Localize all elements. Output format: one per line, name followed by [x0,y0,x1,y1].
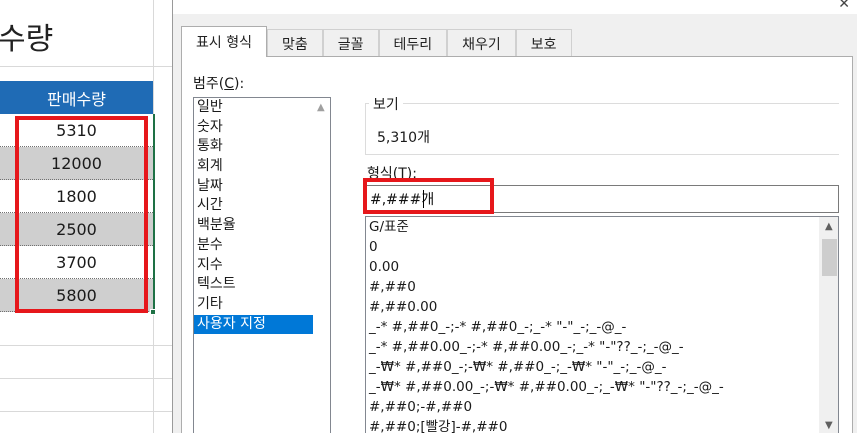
tab-border[interactable]: 테두리 [378,29,448,57]
list-item[interactable]: _-* #,##0.00_-;-* #,##0.00_-;_-* "-"??_-… [366,337,838,357]
sheet-title: 수량 [0,22,54,57]
tab-font[interactable]: 글꼴 [322,29,379,57]
column-header-cell[interactable]: 판매수량 [0,81,153,114]
list-item[interactable]: 0 [366,237,838,257]
format-list-scrollbar[interactable]: ▲ ▼ [819,217,838,433]
category-item[interactable]: 시간 [194,196,330,216]
chevron-down-icon[interactable]: ▼ [825,420,833,431]
close-icon[interactable]: ✕ [838,0,850,12]
chevron-up-icon[interactable]: ▲ [825,221,833,232]
category-item[interactable]: 숫자 [194,118,330,138]
tab-alignment[interactable]: 맞춤 [266,29,323,57]
list-item[interactable]: 0.00 [366,257,838,277]
category-item[interactable]: 텍스트 [194,275,330,295]
category-item[interactable]: 기타 [194,295,330,315]
chevron-up-icon[interactable]: ▲ [317,102,325,113]
list-item[interactable]: #,##0.00 [366,297,838,317]
gridline [0,411,175,412]
tab-fill[interactable]: 채우기 [447,29,516,57]
tab-bar: 표시 형식 맞춤 글꼴 테두리 채우기 보호 [181,26,572,57]
category-scrollbar[interactable]: ▲ [313,98,330,433]
list-item[interactable]: #,##0 [366,277,838,297]
sample-label: 보기 [369,94,403,114]
scrollbar-thumb[interactable] [822,239,837,276]
list-item[interactable]: _-₩* #,##0.00_-;-₩* #,##0.00_-;_-₩* "-"?… [366,377,838,397]
list-item[interactable]: #,##0;[빨강]-#,##0 [366,417,838,433]
list-item[interactable]: #,##0;-#,##0 [366,397,838,417]
dialog-titlebar: ✕ [173,0,857,14]
category-item[interactable]: 회계 [194,157,330,177]
sample-groupbox [365,103,839,155]
tab-protection[interactable]: 보호 [515,29,572,57]
category-item-selected[interactable]: 사용자 지정 [194,314,330,335]
sample-preview: 5,310개 [377,130,430,146]
list-item[interactable]: _-* #,##0_-;-* #,##0_-;_-* "-"_-;_-@_- [366,317,838,337]
category-label: 범주(C): [193,76,245,92]
list-item[interactable]: G/표준 [366,217,838,237]
tab-number-format[interactable]: 표시 형식 [181,26,267,57]
category-item[interactable]: 백분율 [194,216,330,236]
format-code-list[interactable]: G/표준 0 0.00 #,##0 #,##0.00 _-* #,##0_-;-… [365,216,839,433]
input-highlight-box [363,178,494,214]
list-item[interactable]: _-₩* #,##0_-;-₩* #,##0_-;_-₩* "-"_-;_-@_… [366,357,838,377]
category-item[interactable]: 날짜 [194,177,330,197]
format-cells-dialog: ✕ 표시 형식 맞춤 글꼴 테두리 채우기 보호 범주(C): 일반 숫자 통화… [172,0,857,433]
fill-handle[interactable] [150,309,156,315]
spreadsheet-area: 수량 판매수량 5310 12000 1800 2500 3700 5800 [0,0,175,433]
selection-border [153,114,155,312]
category-item[interactable]: 통화 [194,137,330,157]
gridline [0,66,175,67]
category-item[interactable]: 일반 [194,98,330,118]
gridline [0,378,175,379]
category-list[interactable]: 일반 숫자 통화 회계 날짜 시간 백분율 분수 지수 텍스트 기타 사용자 지… [193,97,331,433]
category-item[interactable]: 지수 [194,256,330,276]
gridline [0,345,175,346]
cells-highlight-box [15,116,148,313]
category-item[interactable]: 분수 [194,236,330,256]
